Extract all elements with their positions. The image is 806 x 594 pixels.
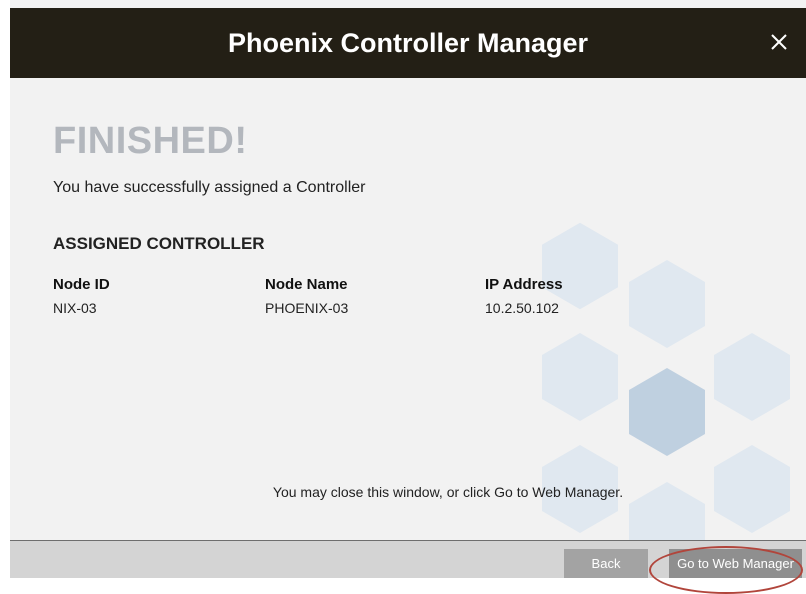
title-bar: Phoenix Controller Manager (10, 8, 806, 78)
finished-heading: FINISHED! (53, 120, 248, 162)
go-to-web-manager-button[interactable]: Go to Web Manager (669, 549, 802, 578)
success-message: You have successfully assigned a Control… (53, 179, 366, 196)
dialog-footer: Back Go to Web Manager (10, 540, 806, 578)
assigned-controller-title: ASSIGNED CONTROLLER (53, 234, 265, 253)
node-name-column: Node Name PHOENIX-03 (265, 276, 348, 316)
ip-address-column: IP Address 10.2.50.102 (485, 276, 563, 316)
ip-address-value: 10.2.50.102 (485, 300, 559, 316)
node-id-value: NIX-03 (53, 300, 97, 316)
dialog-window: Phoenix Controller Manager FINISHED! You… (10, 0, 806, 578)
node-name-label: Node Name (265, 276, 348, 293)
close-instructions: You may close this window, or click Go t… (272, 484, 624, 500)
node-name-value: PHOENIX-03 (265, 300, 349, 316)
dialog-content: FINISHED! You have successfully assigned… (10, 78, 806, 540)
node-id-label: Node ID (53, 276, 110, 293)
back-button[interactable]: Back (564, 549, 648, 578)
ip-address-label: IP Address (485, 276, 563, 293)
node-id-column: Node ID NIX-03 (53, 276, 110, 316)
window-title: Phoenix Controller Manager (227, 28, 589, 58)
close-icon[interactable] (764, 27, 794, 57)
